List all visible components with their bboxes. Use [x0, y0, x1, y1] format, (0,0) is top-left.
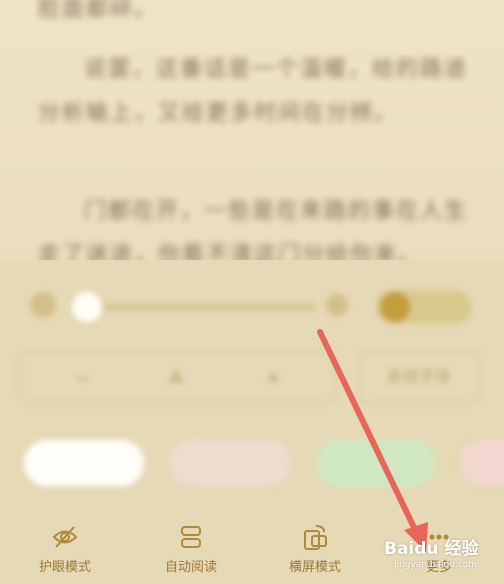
- brightness-slider[interactable]: [74, 303, 316, 311]
- paragraph: 门都在开，一些是在来路的事在人生走了迷途，你看不清这门分给你来。: [38, 199, 469, 260]
- font-size-value: A: [170, 368, 183, 389]
- toolbar-label: 自动阅读: [164, 560, 217, 575]
- brightness-low-icon: [30, 292, 56, 318]
- theme-swatches: [24, 440, 504, 490]
- paragraph: 说罢，这番话是一个温暖，给的路途分析输上，又给更多时间在分辨。: [38, 57, 469, 126]
- theme-white-swatch[interactable]: [24, 440, 144, 486]
- watermark-url: jingyan.baidu.com: [394, 560, 478, 570]
- font-increase-button[interactable]: +: [258, 368, 288, 390]
- theme-green-swatch[interactable]: [316, 440, 436, 486]
- reading-area: 脸面都碎。 说罢，这番话是一个温暖，给的路途分析输上，又给更多时间在分辨。 门都…: [0, 0, 504, 260]
- toolbar-label: 横屏模式: [288, 560, 341, 575]
- theme-pink-swatch[interactable]: [170, 440, 290, 486]
- font-size-row: − A + 系统字体: [18, 350, 488, 406]
- font-size-control: − A +: [18, 350, 336, 404]
- brightness-row: [24, 282, 494, 332]
- font-decrease-button[interactable]: −: [68, 368, 98, 390]
- watermark-logo: Baidu 经验: [384, 539, 479, 559]
- eye-off-icon: [52, 526, 78, 548]
- landscape-mode-button[interactable]: 横屏模式: [260, 512, 370, 584]
- brightness-high-icon: [326, 294, 348, 316]
- brightness-slider-thumb[interactable]: [72, 292, 102, 322]
- toggle-knob: [380, 292, 410, 322]
- auto-read-icon: [181, 526, 201, 548]
- eye-protection-button[interactable]: 护眼模式: [10, 512, 120, 584]
- rotate-screen-icon: [304, 525, 327, 550]
- font-type-button[interactable]: 系统字体: [358, 350, 480, 404]
- auto-read-button[interactable]: 自动阅读: [136, 512, 246, 584]
- theme-rose-swatch[interactable]: [460, 440, 504, 486]
- toolbar-label: 护眼模式: [38, 560, 91, 575]
- paragraph: 脸面都碎。: [38, 0, 159, 22]
- baidu-jingyan-watermark: Baidu 经验 jingyan.baidu.com: [378, 528, 504, 580]
